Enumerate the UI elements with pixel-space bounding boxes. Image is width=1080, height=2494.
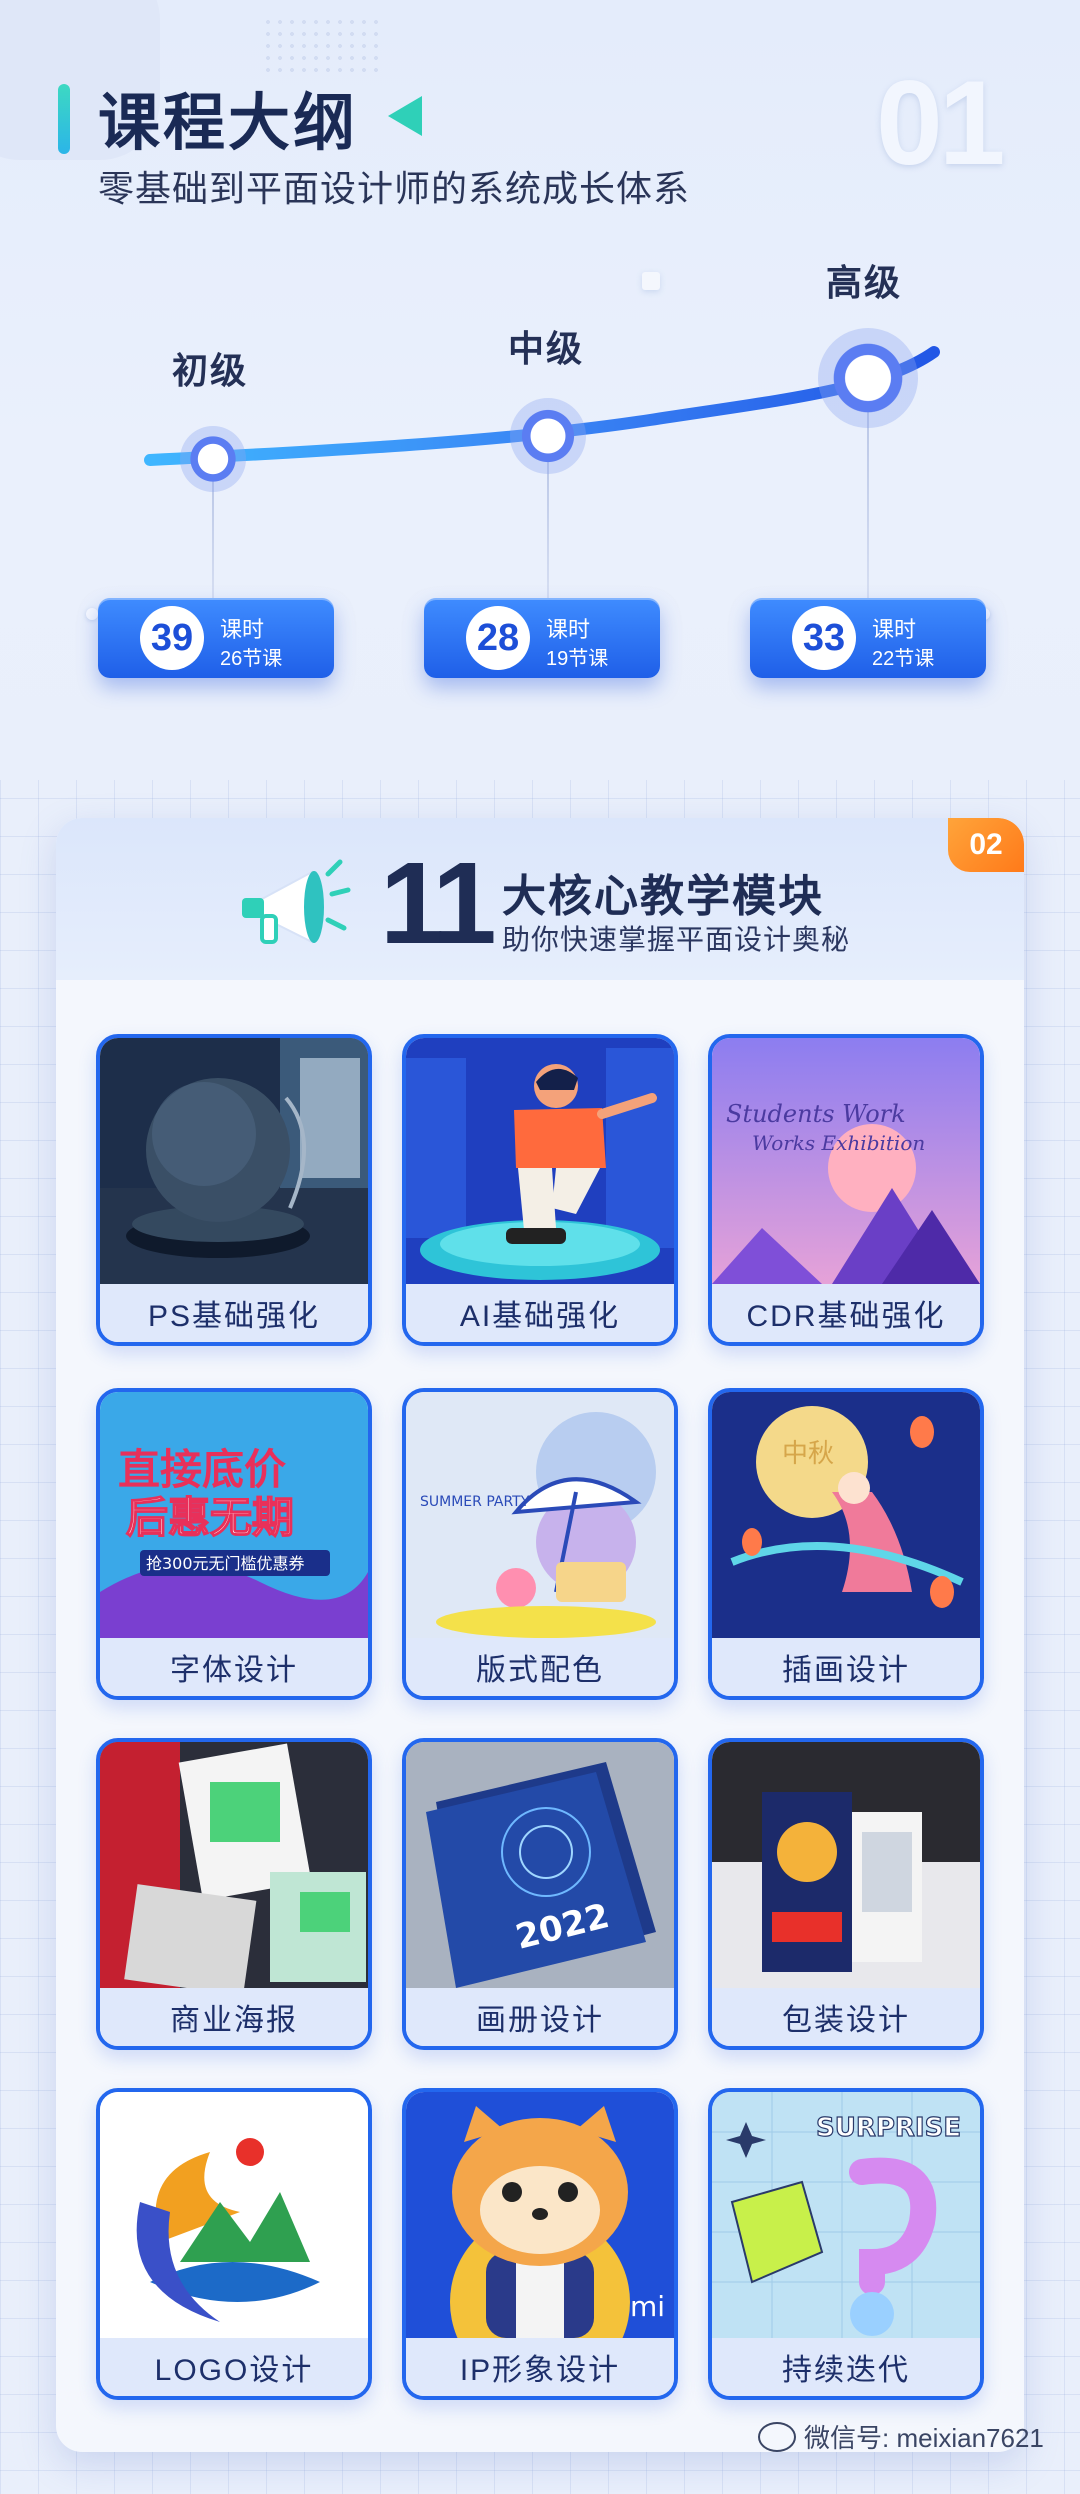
hours-label: 课时 <box>220 617 265 642</box>
module-card-iteration[interactable]: SURPRISE 持续迭代 <box>708 2088 984 2400</box>
hours-card-advanced: 33 课时 22节课 <box>750 598 986 678</box>
snack-packaging-image <box>712 1742 980 1988</box>
lessons-count: 26节课 <box>220 648 283 670</box>
level-node-intermediate <box>510 398 586 474</box>
module-label: 商业海报 <box>100 1988 368 2046</box>
module-card-ps[interactable]: PS基础强化 <box>96 1034 372 1346</box>
module-label: 版式配色 <box>406 1638 674 1696</box>
cat-mascot-image: mi <box>406 2092 674 2338</box>
typography-poster-image: 直接底价 后惠无期 抢300元无门槛优惠券 <box>100 1392 368 1638</box>
title-accent-bar <box>58 84 70 154</box>
course-outline-section: 课程大纲 零基础到平面设计师的系统成长体系 01 初级 中级 高级 39 课时 … <box>0 0 1080 780</box>
mascot-mi-text: mi <box>630 2290 665 2323</box>
exhibition-text: Students Work <box>726 1100 906 1128</box>
module-count: 11 <box>380 838 497 968</box>
module-label: 字体设计 <box>100 1638 368 1696</box>
wechat-watermark: 微信号: meixian7621 <box>758 2418 1044 2455</box>
module-label: LOGO设计 <box>100 2338 368 2396</box>
module-card-ai[interactable]: AI基础强化 <box>402 1034 678 1346</box>
hours-count: 33 <box>792 606 856 670</box>
level-label-intermediate: 中级 <box>508 328 585 369</box>
module-card-cdr[interactable]: Students Work Works Exhibition CDR基础强化 <box>708 1034 984 1346</box>
page-subtitle: 零基础到平面设计师的系统成长体系 <box>98 168 691 209</box>
module-card-typography[interactable]: 直接底价 后惠无期 抢300元无门槛优惠券 字体设计 <box>96 1388 372 1700</box>
page-title: 课程大纲 <box>98 89 359 158</box>
megaphone-icon <box>242 859 351 944</box>
dot-decoration <box>86 608 98 620</box>
summer-party-poster-image: SUMMER PARTY <box>406 1392 674 1638</box>
module-card-packaging[interactable]: 包装设计 <box>708 1738 984 2050</box>
module-label: AI基础强化 <box>406 1284 674 1342</box>
modules-title: 大核心教学模块 <box>502 872 824 921</box>
skater-illustration-image <box>406 1038 674 1284</box>
module-label: PS基础强化 <box>100 1284 368 1342</box>
module-card-commercial-poster[interactable]: 商业海报 <box>96 1738 372 2050</box>
module-label: CDR基础强化 <box>712 1284 980 1342</box>
section-number: 01 <box>876 56 1005 190</box>
modules-subtitle: 助你快速掌握平面设计奥秘 <box>502 924 851 955</box>
wechat-icon <box>758 2421 796 2452</box>
exhibition-poster-image: Students Work Works Exhibition <box>712 1038 980 1284</box>
module-card-layout-color[interactable]: SUMMER PARTY 版式配色 <box>402 1388 678 1700</box>
module-label: 包装设计 <box>712 1988 980 2046</box>
brochure-2022-image: 2022 <box>406 1742 674 1988</box>
level-node-advanced <box>818 328 918 428</box>
lessons-count: 19节课 <box>546 648 609 670</box>
summer-text: SUMMER PARTY <box>420 1494 530 1510</box>
core-modules-panel: 02 11 大核心教学模块 助你快速掌握平面设计奥秘 PS基础强化 AI基础强化… <box>56 818 1024 2452</box>
hours-label: 课时 <box>546 617 591 642</box>
typo-line-3: 抢300元无门槛优惠券 <box>146 1554 305 1573</box>
hours-card-beginner: 39 课时 26节课 <box>98 598 334 678</box>
module-card-logo[interactable]: LOGO设计 <box>96 2088 372 2400</box>
moon-goddess-illustration-image: 中秋 <box>712 1392 980 1638</box>
module-card-brochure[interactable]: 2022 画册设计 <box>402 1738 678 2050</box>
landscape-logo-image <box>100 2092 368 2338</box>
growth-curve <box>144 346 940 466</box>
level-label-advanced: 高级 <box>826 262 903 303</box>
module-card-illustration[interactable]: 中秋 插画设计 <box>708 1388 984 1700</box>
exhibition-text-2: Works Exhibition <box>752 1131 925 1155</box>
triangle-arrow-icon <box>388 96 422 136</box>
level-label-beginner: 初级 <box>172 350 249 391</box>
module-card-ip-character[interactable]: mi IP形象设计 <box>402 2088 678 2400</box>
hours-card-intermediate: 28 课时 19节课 <box>424 598 660 678</box>
lessons-count: 22节课 <box>872 648 935 670</box>
surprise-3d-image: SURPRISE <box>712 2092 980 2338</box>
level-stem <box>867 400 869 600</box>
module-label: 画册设计 <box>406 1988 674 2046</box>
commercial-posters-image <box>100 1742 368 1988</box>
surprise-text: SURPRISE <box>816 2113 961 2143</box>
hours-count: 39 <box>140 606 204 670</box>
modules-header: 02 11 大核心教学模块 助你快速掌握平面设计奥秘 <box>56 818 1024 980</box>
dot-pattern-decoration <box>262 16 382 76</box>
watermark-text: 微信号: meixian7621 <box>804 2423 1044 2453</box>
speaker-render-image <box>100 1038 368 1284</box>
typo-line-2: 后惠无期 <box>126 1493 294 1542</box>
moon-chars: 中秋 <box>782 1439 834 1469</box>
level-node-beginner <box>180 426 246 492</box>
module-label: 持续迭代 <box>712 2338 980 2396</box>
hours-label: 课时 <box>872 617 917 642</box>
hours-count: 28 <box>466 606 530 670</box>
typo-line-1: 直接底价 <box>118 1445 286 1494</box>
module-label: 插画设计 <box>712 1638 980 1696</box>
section-badge: 02 <box>948 818 1024 872</box>
module-label: IP形象设计 <box>406 2338 674 2396</box>
